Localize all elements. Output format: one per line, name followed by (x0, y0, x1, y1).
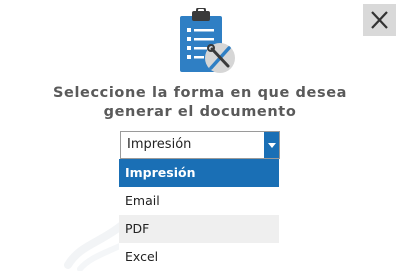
chevron-down-icon[interactable] (264, 132, 279, 158)
option-excel[interactable]: Excel (119, 243, 279, 271)
option-email[interactable]: Email (119, 187, 279, 215)
option-pdf[interactable]: PDF (119, 215, 279, 243)
prompt-line-1: Seleccione la forma en que desea (52, 85, 348, 101)
document-format-dialog: Seleccione la forma en que desea generar… (0, 0, 400, 271)
close-x-icon (371, 11, 388, 29)
format-select-value: Impresión (127, 137, 192, 152)
prompt-line-2: generar el documento (103, 104, 297, 120)
option-impresion[interactable]: Impresión (119, 159, 279, 187)
close-button[interactable] (363, 4, 396, 36)
prompt-text: Seleccione la forma en que desea generar… (0, 84, 400, 122)
clipboard-checklist-tools-icon (180, 8, 235, 73)
format-select[interactable]: Impresión (120, 131, 280, 159)
format-options-list: Impresión Email PDF Excel (119, 159, 279, 271)
